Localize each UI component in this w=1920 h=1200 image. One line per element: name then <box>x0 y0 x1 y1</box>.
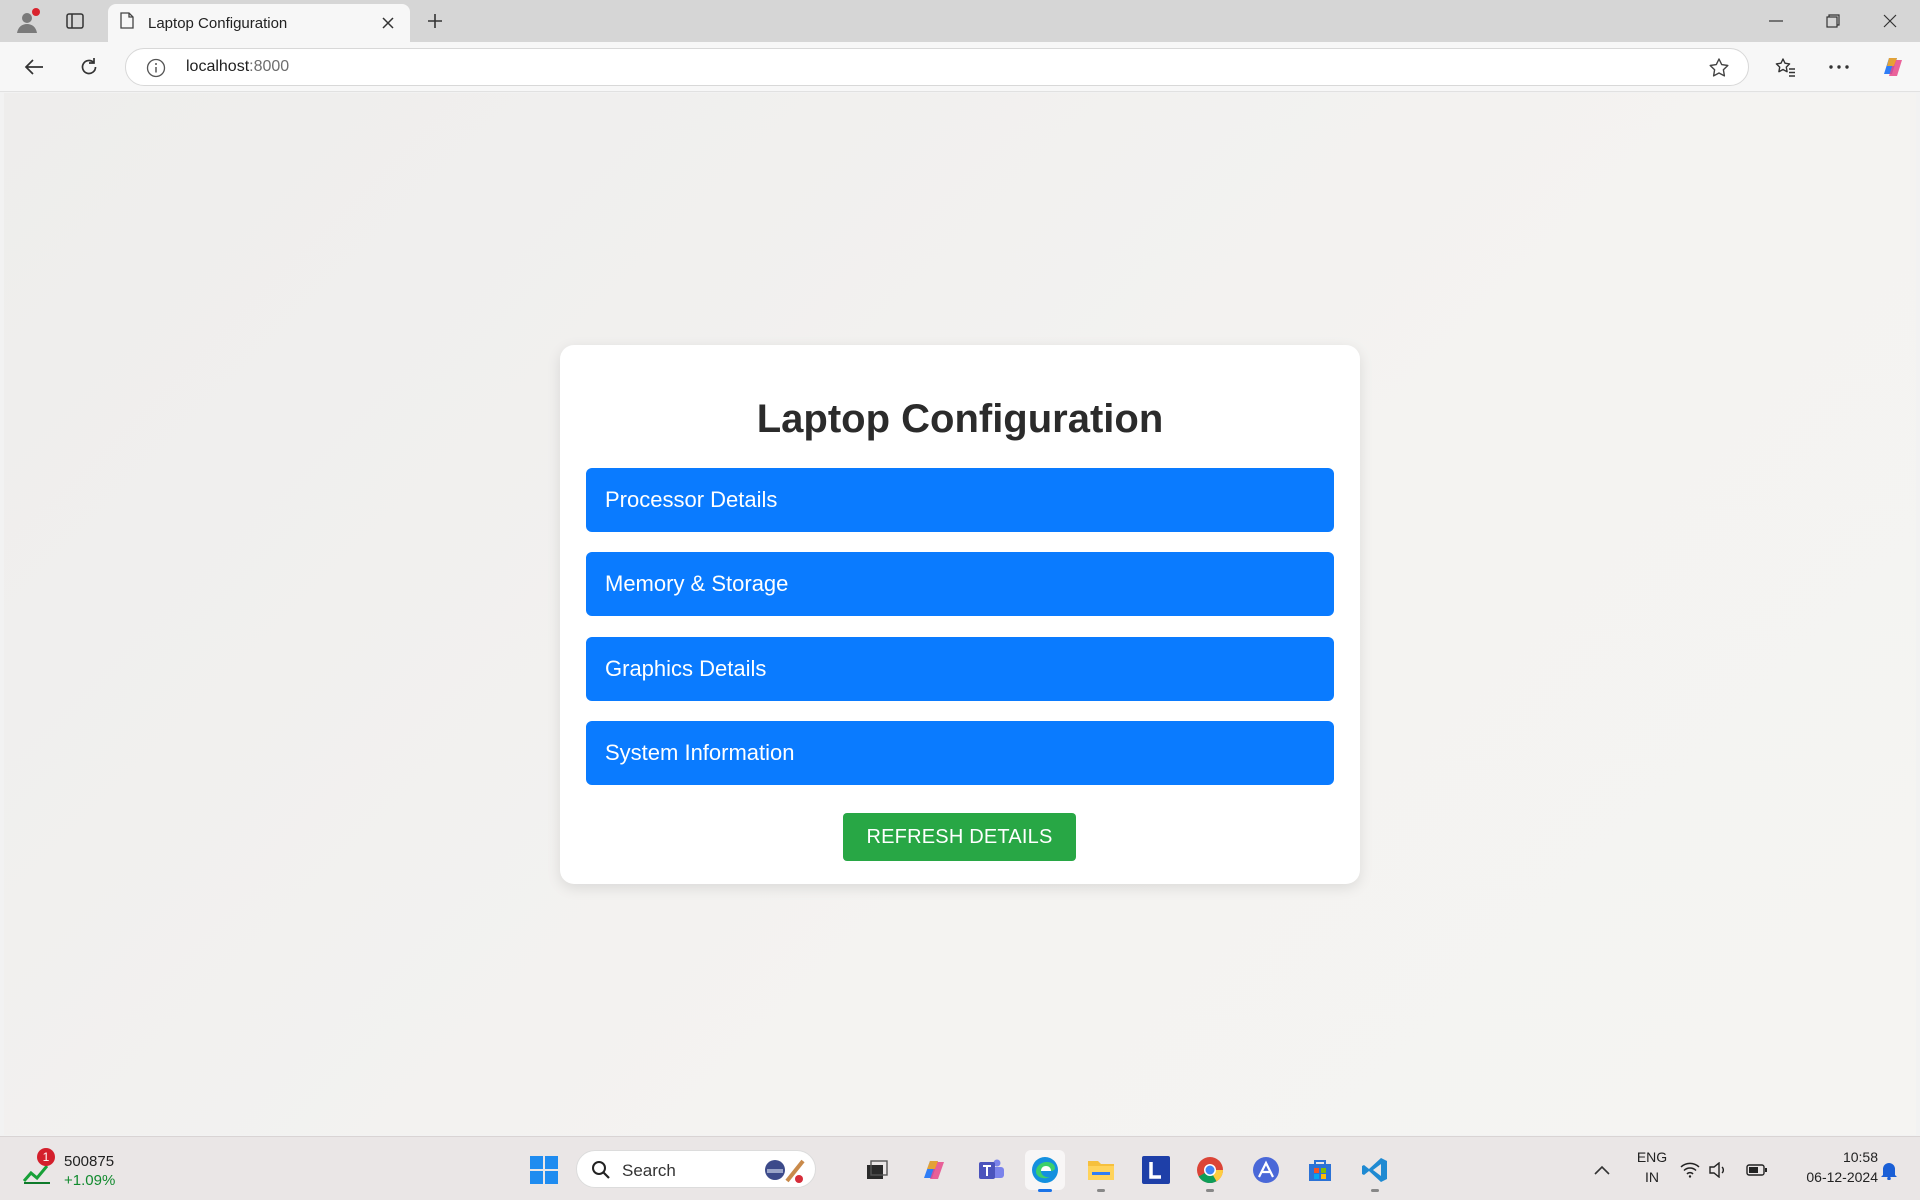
url-host: localhost <box>186 58 250 75</box>
page-title: Laptop Configuration <box>756 397 1164 441</box>
refresh-details-button[interactable]: REFRESH DETAILS <box>843 813 1076 861</box>
stock-widget[interactable]: 1 500875 +1.09% <box>22 1147 132 1191</box>
chevron-up-icon[interactable] <box>1582 1150 1622 1190</box>
back-icon[interactable] <box>18 51 50 83</box>
edge-taskbar-icon[interactable] <box>1025 1150 1065 1192</box>
clock[interactable]: 10:58 06-12-2024 <box>1780 1147 1878 1187</box>
url-text[interactable]: localhost:8000 <box>186 58 289 76</box>
copilot-icon[interactable] <box>1877 51 1909 83</box>
close-tab-icon[interactable] <box>378 13 398 33</box>
l-app-icon[interactable] <box>1136 1150 1176 1190</box>
language-code: ENG <box>1636 1149 1668 1165</box>
open-indicator <box>1371 1189 1379 1192</box>
teams-icon[interactable] <box>971 1150 1011 1190</box>
tab-actions-icon[interactable] <box>60 8 90 34</box>
dev-app-icon[interactable] <box>1246 1150 1286 1190</box>
stock-badge: 1 <box>37 1148 55 1166</box>
copilot-taskbar-icon[interactable] <box>914 1150 954 1190</box>
region-code: IN <box>1645 1169 1659 1185</box>
profile-icon[interactable] <box>12 7 42 37</box>
volume-icon[interactable] <box>1705 1150 1731 1190</box>
time-text: 10:58 <box>1842 1149 1878 1165</box>
notification-bell-icon[interactable] <box>1876 1150 1902 1190</box>
close-window-icon[interactable] <box>1862 0 1918 42</box>
tab-title: Laptop Configuration <box>148 14 288 32</box>
favorites-icon[interactable] <box>1769 51 1801 83</box>
open-indicator <box>1097 1189 1105 1192</box>
wifi-icon[interactable] <box>1677 1150 1703 1190</box>
cricket-search-art-icon <box>765 1159 805 1183</box>
address-bar[interactable]: localhost:8000 <box>125 48 1749 86</box>
search-placeholder: Search <box>622 1161 676 1180</box>
system-information-button[interactable]: System Information <box>586 721 1334 785</box>
memory-storage-button[interactable]: Memory & Storage <box>586 552 1334 616</box>
browser-tab-active[interactable]: Laptop Configuration <box>108 4 410 42</box>
browser-title-bar: Laptop Configuration <box>0 0 1920 42</box>
graphics-details-button[interactable]: Graphics Details <box>586 637 1334 701</box>
stock-value: 500875 <box>64 1153 115 1170</box>
file-explorer-icon[interactable] <box>1081 1150 1121 1192</box>
windows-taskbar: 1 500875 +1.09% Search ENG IN 10:58 06-1… <box>0 1136 1920 1200</box>
taskbar-search[interactable]: Search <box>576 1150 816 1188</box>
more-options-icon[interactable] <box>1823 51 1855 83</box>
chrome-icon[interactable] <box>1190 1150 1230 1192</box>
task-view-icon[interactable] <box>857 1150 897 1190</box>
language-indicator[interactable]: ENG IN <box>1634 1147 1670 1187</box>
store-icon[interactable] <box>1300 1150 1340 1190</box>
favorite-star-icon[interactable] <box>1708 57 1730 79</box>
site-info-icon[interactable] <box>146 58 166 78</box>
reload-icon[interactable] <box>73 51 105 83</box>
search-icon <box>592 1161 610 1179</box>
stock-change: +1.09% <box>64 1172 116 1189</box>
config-card: Laptop Configuration Processor Details M… <box>560 345 1360 884</box>
active-indicator <box>1038 1189 1052 1192</box>
processor-details-button[interactable]: Processor Details <box>586 468 1334 532</box>
new-tab-icon[interactable] <box>420 8 450 34</box>
vscode-icon[interactable] <box>1355 1150 1395 1192</box>
page-viewport: Laptop Configuration Processor Details M… <box>4 93 1916 1135</box>
date-text: 06-12-2024 <box>1806 1169 1878 1185</box>
browser-toolbar: localhost:8000 <box>0 42 1920 92</box>
restore-icon[interactable] <box>1805 0 1861 42</box>
start-icon[interactable] <box>524 1150 564 1190</box>
battery-icon[interactable] <box>1744 1150 1770 1190</box>
page-document-icon <box>120 12 134 34</box>
notification-dot <box>32 8 40 16</box>
url-port: :8000 <box>249 58 290 75</box>
minimize-icon[interactable] <box>1748 0 1804 42</box>
open-indicator <box>1206 1189 1214 1192</box>
